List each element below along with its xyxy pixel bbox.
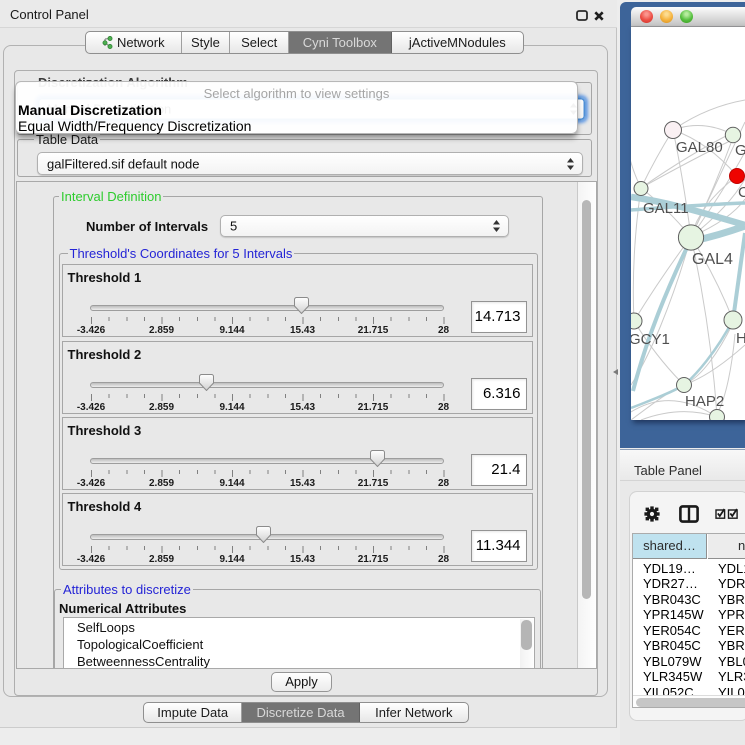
svg-text:GAL11: GAL11 xyxy=(643,200,689,217)
svg-text:H: H xyxy=(736,330,745,347)
svg-text:C: C xyxy=(738,184,745,201)
svg-text:GA: GA xyxy=(735,142,745,159)
svg-text:GCY1: GCY1 xyxy=(631,331,670,348)
svg-text:GAL4: GAL4 xyxy=(692,251,733,268)
svg-text:GAL80: GAL80 xyxy=(676,139,723,156)
svg-text:HAP2: HAP2 xyxy=(685,393,724,410)
